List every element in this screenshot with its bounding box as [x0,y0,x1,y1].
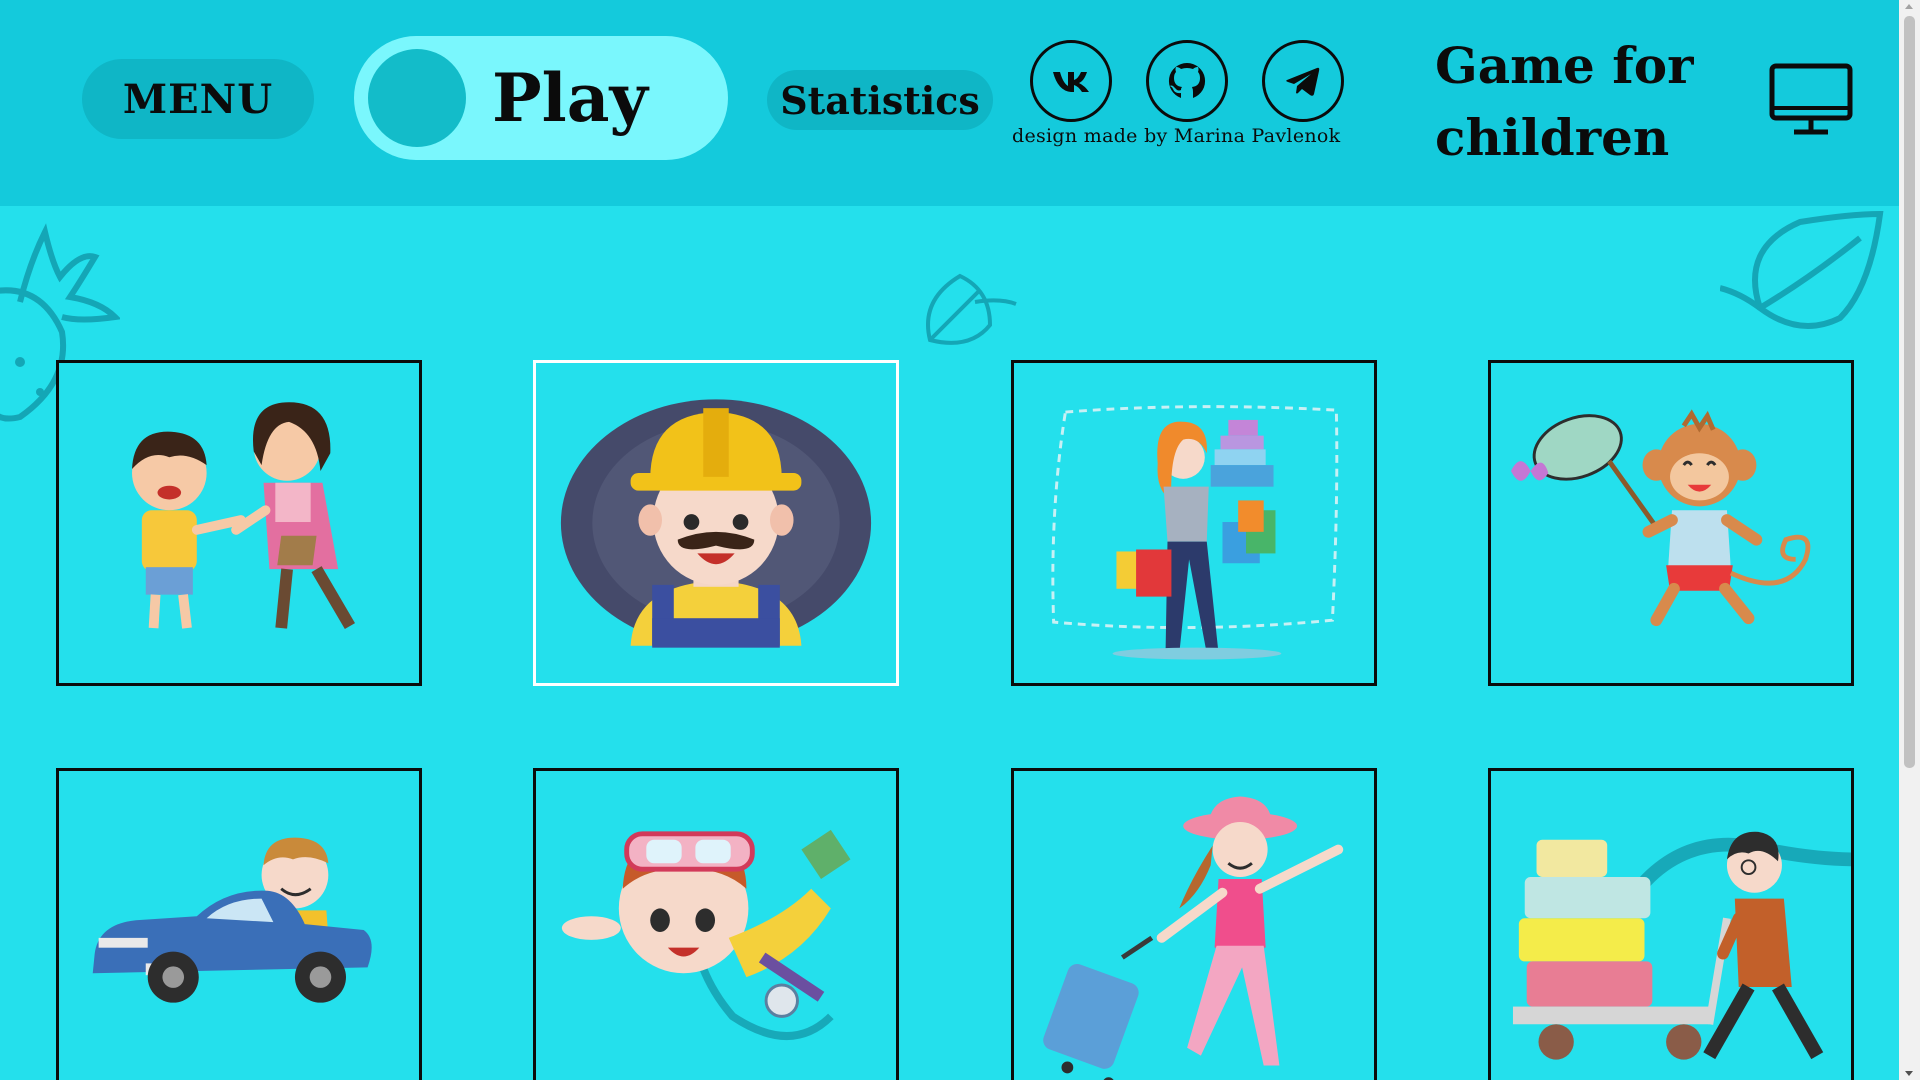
toggle-knob[interactable] [368,49,466,147]
shopping-woman-icon [1051,405,1339,660]
scroll-up-arrow-icon[interactable] [1905,4,1913,9]
header-bar: MENU Play Statistics design made by Mari… [0,0,1899,206]
card-monkey[interactable] [1488,360,1854,686]
scrollbar-thumb[interactable] [1904,16,1915,768]
telegram-icon [1286,67,1320,96]
telegram-link[interactable] [1262,40,1344,122]
github-link[interactable] [1146,40,1228,122]
builder-icon [560,399,872,648]
app-title: Game for children [1435,36,1694,167]
card-shopping[interactable] [1011,360,1377,686]
play-label: Play [492,59,648,137]
leaf-outline-icon [926,273,1017,345]
monkey-butterfly-icon [1511,409,1811,627]
card-quarrel[interactable] [56,360,422,686]
play-mode-toggle[interactable]: Play [354,36,728,160]
monitor-icon[interactable] [1768,62,1854,138]
traveler-woman-icon [1043,796,1344,1080]
app-root: MENU Play Statistics design made by Mari… [0,0,1899,1080]
card-travel[interactable] [1011,768,1377,1080]
card-luggage[interactable] [1488,768,1854,1080]
man-driving-car-icon [92,837,372,1003]
card-builder[interactable] [533,360,899,686]
menu-button[interactable]: MENU [82,59,314,139]
statistics-button[interactable]: Statistics [767,70,993,130]
scroll-down-arrow-icon[interactable] [1905,1071,1913,1076]
man-luggage-icon [1512,831,1851,1060]
diver-icon [561,829,851,1040]
arguing-kids-icon [132,402,356,630]
vertical-scrollbar[interactable] [1899,0,1920,1080]
vk-icon [1053,72,1089,92]
card-diving[interactable] [533,768,899,1080]
leaf-outline-icon [1720,210,1884,329]
vk-link[interactable] [1030,40,1112,122]
github-icon [1168,62,1206,98]
card-driving[interactable] [56,768,422,1080]
credit-text: design made by Marina Pavlenok [1012,125,1341,147]
